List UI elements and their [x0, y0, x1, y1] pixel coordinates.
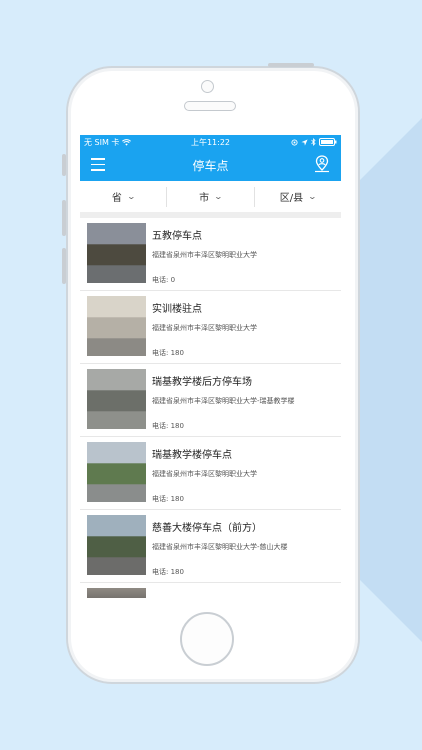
hamburger-menu-icon[interactable] [91, 158, 105, 171]
parking-photo [87, 296, 146, 356]
parking-phone: 电话: 180 [152, 495, 184, 503]
parking-name: 慈善大楼停车点（前方） [152, 523, 262, 534]
parking-address: 福建省泉州市丰泽区黎明职业大学 [152, 251, 257, 259]
parking-list-item-partial[interactable] [80, 583, 341, 598]
nav-bar: 停车点 [80, 149, 341, 181]
rotation-lock-icon [291, 138, 298, 146]
parking-name: 实训楼驻点 [152, 304, 202, 315]
bluetooth-icon [311, 138, 316, 146]
parking-name: 五教停车点 [152, 231, 202, 242]
city-filter[interactable]: 市 ⌄ [166, 186, 253, 207]
parking-photo [87, 442, 146, 502]
wifi-icon [122, 138, 132, 146]
parking-photo [87, 588, 146, 598]
parking-list-item[interactable]: 慈善大楼停车点（前方） 福建省泉州市丰泽区黎明职业大学-慈山大楼 电话: 180 [80, 510, 341, 583]
parking-name: 瑞基教学楼停车点 [152, 450, 232, 461]
parking-phone: 电话: 180 [152, 422, 184, 430]
city-filter-label: 市 [199, 193, 210, 204]
district-filter[interactable]: 区/县 ⌄ [253, 186, 341, 207]
parking-address: 福建省泉州市丰泽区黎明职业大学 [152, 470, 257, 478]
page-title: 停车点 [192, 158, 229, 173]
parking-photo [87, 515, 146, 575]
parking-phone: 电话: 180 [152, 568, 184, 576]
parking-photo [87, 223, 146, 283]
power-button [268, 63, 314, 67]
parking-list-item[interactable]: 瑞基教学楼后方停车场 福建省泉州市丰泽区黎明职业大学-瑞基教学楼 电话: 180 [80, 364, 341, 437]
location-person-icon[interactable] [314, 155, 330, 173]
mute-switch [62, 154, 66, 176]
parking-phone: 电话: 180 [152, 349, 184, 357]
province-filter[interactable]: 省 ⌄ [80, 187, 166, 207]
parking-address: 福建省泉州市丰泽区黎明职业大学 [152, 324, 257, 332]
parking-address: 福建省泉州市丰泽区黎明职业大学-慈山大楼 [152, 543, 288, 551]
parking-list-item[interactable]: 五教停车点 福建省泉州市丰泽区黎明职业大学 电话: 0 [80, 218, 341, 291]
province-filter-label: 省 [111, 193, 122, 204]
front-camera [201, 80, 214, 93]
chevron-down-icon: ⌄ [213, 192, 224, 201]
parking-photo [87, 369, 146, 429]
carrier-label: 无 SIM 卡 [84, 137, 120, 147]
volume-up-button [62, 200, 66, 236]
battery-icon [319, 138, 337, 146]
parking-list: 五教停车点 福建省泉州市丰泽区黎明职业大学 电话: 0 实训楼驻点 福建省泉州市… [80, 218, 341, 598]
parking-phone: 电话: 0 [152, 276, 176, 284]
volume-down-button [62, 248, 66, 284]
location-arrow-icon [301, 138, 308, 146]
parking-address: 福建省泉州市丰泽区黎明职业大学-瑞基教学楼 [152, 397, 295, 405]
chevron-down-icon: ⌄ [126, 192, 136, 201]
status-bar: 无 SIM 卡 上午11:22 [80, 135, 341, 149]
parking-list-item[interactable]: 实训楼驻点 福建省泉州市丰泽区黎明职业大学 电话: 180 [80, 291, 341, 364]
district-filter-label: 区/县 [279, 193, 304, 204]
parking-name: 瑞基教学楼后方停车场 [152, 377, 252, 388]
region-filter-bar: 省 ⌄ 市 ⌄ 区/县 ⌄ [80, 181, 341, 218]
parking-list-item[interactable]: 瑞基教学楼停车点 福建省泉州市丰泽区黎明职业大学 电话: 180 [80, 437, 341, 510]
app-screen: 无 SIM 卡 上午11:22 停车点 省 ⌄ 市 ⌄ 区/县 ⌄ 五教停车点 … [80, 135, 341, 598]
chevron-down-icon: ⌄ [307, 192, 318, 201]
earpiece-speaker [184, 101, 236, 111]
home-button[interactable] [180, 612, 234, 666]
